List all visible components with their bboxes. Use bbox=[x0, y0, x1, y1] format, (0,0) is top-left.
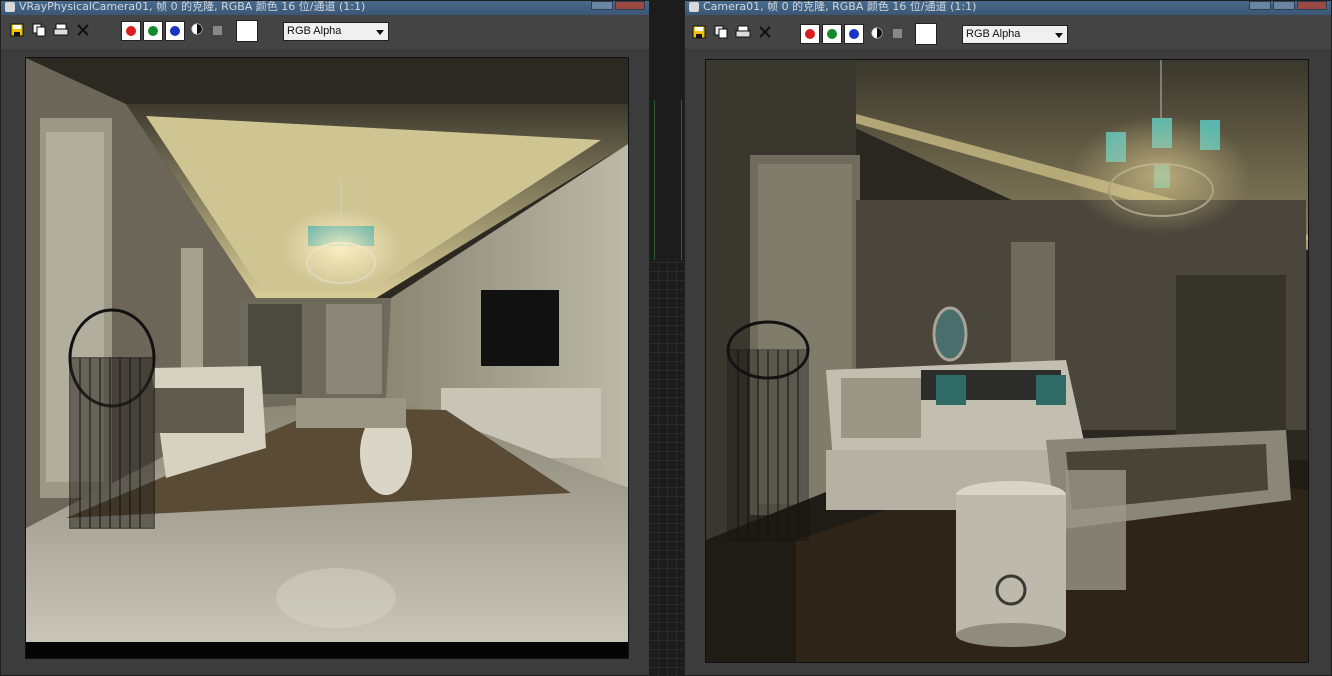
blue-channel-button[interactable] bbox=[165, 21, 185, 41]
monochrome-icon[interactable] bbox=[213, 26, 222, 35]
toolbar-right: RGB Alpha bbox=[685, 15, 1331, 49]
window-controls bbox=[589, 1, 645, 11]
red-channel-button[interactable] bbox=[121, 21, 141, 41]
app-icon bbox=[5, 2, 15, 12]
maximize-button[interactable] bbox=[1273, 1, 1295, 10]
clone-icon[interactable] bbox=[713, 25, 729, 41]
clone-icon[interactable] bbox=[31, 23, 47, 39]
save-icon[interactable] bbox=[691, 25, 707, 41]
print-icon[interactable] bbox=[53, 23, 69, 39]
viewport-grid-lines bbox=[654, 100, 682, 260]
background-color-swatch[interactable] bbox=[915, 23, 937, 45]
save-icon[interactable] bbox=[9, 23, 25, 39]
green-channel-icon bbox=[148, 26, 158, 36]
blue-channel-button[interactable] bbox=[844, 24, 864, 44]
blue-channel-icon bbox=[170, 26, 180, 36]
window-controls bbox=[1247, 1, 1327, 11]
window-title: VRayPhysicalCamera01, 帧 0 的克隆, RGBA 颜色 1… bbox=[19, 1, 366, 13]
chevron-down-icon bbox=[376, 30, 384, 35]
minimize-button[interactable] bbox=[1249, 1, 1271, 10]
green-channel-icon bbox=[827, 29, 837, 39]
viewport-grid-vertical bbox=[650, 260, 684, 676]
clear-icon[interactable] bbox=[757, 25, 773, 41]
titlebar-left[interactable]: VRayPhysicalCamera01, 帧 0 的克隆, RGBA 颜色 1… bbox=[1, 1, 649, 15]
background-color-swatch[interactable] bbox=[236, 20, 258, 42]
window-title: Camera01, 帧 0 的克隆, RGBA 颜色 16 位/通道 (1:1) bbox=[703, 1, 977, 13]
blue-channel-icon bbox=[849, 29, 859, 39]
green-channel-button[interactable] bbox=[822, 24, 842, 44]
red-channel-icon bbox=[126, 26, 136, 36]
chevron-down-icon bbox=[1055, 33, 1063, 38]
red-channel-button[interactable] bbox=[800, 24, 820, 44]
toolbar-left: RGB Alpha bbox=[1, 15, 649, 49]
render-window-right: Camera01, 帧 0 的克隆, RGBA 颜色 16 位/通道 (1:1)… bbox=[684, 0, 1332, 676]
background-viewport-strip bbox=[650, 0, 684, 676]
channel-select[interactable]: RGB Alpha bbox=[283, 22, 389, 41]
alpha-icon[interactable] bbox=[189, 23, 205, 39]
clear-icon[interactable] bbox=[75, 23, 91, 39]
render-image-camera bbox=[705, 59, 1309, 663]
monochrome-icon[interactable] bbox=[893, 29, 902, 38]
render-window-left: VRayPhysicalCamera01, 帧 0 的克隆, RGBA 颜色 1… bbox=[0, 0, 650, 676]
channel-select[interactable]: RGB Alpha bbox=[962, 25, 1068, 44]
minimize-button[interactable] bbox=[591, 1, 613, 10]
titlebar-right[interactable]: Camera01, 帧 0 的克隆, RGBA 颜色 16 位/通道 (1:1) bbox=[685, 1, 1331, 15]
close-button[interactable] bbox=[615, 1, 645, 10]
red-channel-icon bbox=[805, 29, 815, 39]
channel-select-value: RGB Alpha bbox=[966, 28, 1021, 40]
print-icon[interactable] bbox=[735, 25, 751, 41]
app-icon bbox=[689, 2, 699, 12]
green-channel-button[interactable] bbox=[143, 21, 163, 41]
render-image-vray bbox=[25, 57, 629, 659]
channel-select-value: RGB Alpha bbox=[287, 25, 342, 37]
close-button[interactable] bbox=[1297, 1, 1327, 10]
alpha-icon[interactable] bbox=[869, 27, 885, 43]
